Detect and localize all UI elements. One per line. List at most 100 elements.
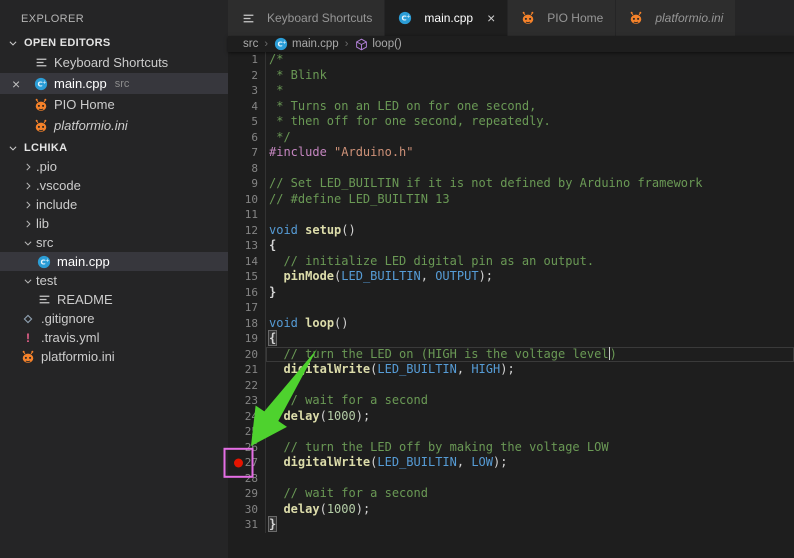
code-line-content[interactable] (265, 207, 794, 223)
code-line-content[interactable]: */ (265, 130, 794, 146)
tree-item-travis-yml[interactable]: !.travis.yml (0, 328, 228, 347)
gutter[interactable]: 11 (228, 207, 265, 223)
gutter[interactable]: 30 (228, 502, 265, 518)
project-header[interactable]: LCHIKA (0, 138, 228, 157)
gutter[interactable]: 18 (228, 316, 265, 332)
code-line-content[interactable]: // turn the LED off by making the voltag… (265, 440, 794, 456)
code-line-content[interactable]: digitalWrite(LED_BUILTIN, HIGH); (265, 362, 794, 378)
gutter[interactable]: 23 (228, 393, 265, 409)
open-editor-item-main-cpp[interactable]: ×C+main.cppsrc (0, 73, 228, 94)
gutter[interactable]: 14 (228, 254, 265, 270)
code-line-content[interactable]: delay(1000); (265, 409, 794, 425)
code-line-content[interactable]: // #define LED_BUILTIN 13 (265, 192, 794, 208)
code-line-content[interactable]: * (265, 83, 794, 99)
code-token: () (341, 223, 355, 237)
code-line-content[interactable]: void setup() (265, 223, 794, 239)
line-number: 18 (245, 317, 258, 330)
open-editor-item-pio-home[interactable]: PIO Home (0, 94, 228, 115)
gutter[interactable]: 17 (228, 300, 265, 316)
code-line-content[interactable]: // wait for a second (265, 393, 794, 409)
breakpoint-dot[interactable] (234, 458, 243, 467)
code-line-content[interactable]: * Blink (265, 68, 794, 84)
gutter[interactable]: 21 (228, 362, 265, 378)
gutter[interactable]: 31 (228, 517, 265, 533)
breadcrumb-item-src[interactable]: src (243, 38, 258, 50)
code-line-content[interactable] (265, 161, 794, 177)
close-icon[interactable]: × (12, 76, 33, 92)
code-line-content[interactable]: delay(1000); (265, 502, 794, 518)
breadcrumb-item-main-cpp[interactable]: C+main.cpp (274, 37, 339, 51)
gutter[interactable]: 7 (228, 145, 265, 161)
tree-item-include[interactable]: include (0, 195, 228, 214)
code-line-content[interactable]: } (265, 285, 794, 301)
code-line-content[interactable] (265, 378, 794, 394)
gutter[interactable]: 15 (228, 269, 265, 285)
chevron-right-icon[interactable] (20, 219, 36, 229)
gutter[interactable]: 25 (228, 424, 265, 440)
code-line-content[interactable]: // initialize LED digital pin as an outp… (265, 254, 794, 270)
open-editor-item-platformio-ini[interactable]: platformio.ini (0, 115, 228, 136)
gutter[interactable]: 2 (228, 68, 265, 84)
gutter[interactable]: 20 (228, 347, 265, 363)
gutter[interactable]: 24 (228, 409, 265, 425)
code-line-content[interactable] (265, 471, 794, 487)
gutter[interactable]: 10 (228, 192, 265, 208)
open-editors-header[interactable]: OPEN EDITORS (0, 33, 228, 52)
gutter[interactable]: 6 (228, 130, 265, 146)
gutter[interactable]: 22 (228, 378, 265, 394)
tree-item-gitignore[interactable]: .gitignore (0, 309, 228, 328)
tree-item-pio[interactable]: .pio (0, 157, 228, 176)
tab-platformio-ini[interactable]: platformio.ini (616, 0, 736, 36)
gutter[interactable]: 19 (228, 331, 265, 347)
tree-item-test[interactable]: test (0, 271, 228, 290)
tab-close-icon[interactable]: × (487, 10, 495, 26)
code-line-content[interactable]: * Turns on an LED on for one second, (265, 99, 794, 115)
gutter[interactable]: 26 (228, 440, 265, 456)
gutter[interactable]: 4 (228, 99, 265, 115)
code-line-content[interactable]: #include "Arduino.h" (265, 145, 794, 161)
gutter[interactable]: 13 (228, 238, 265, 254)
code-line-content[interactable]: pinMode(LED_BUILTIN, OUTPUT); (265, 269, 794, 285)
tree-item-label: main.cpp (57, 254, 110, 269)
gutter[interactable]: 12 (228, 223, 265, 239)
gutter[interactable]: 9 (228, 176, 265, 192)
code-line-content[interactable]: // Set LED_BUILTIN if it is not defined … (265, 176, 794, 192)
gutter[interactable]: 1 (228, 52, 265, 68)
code-line-content[interactable] (265, 424, 794, 440)
tab-main-cpp[interactable]: C+main.cpp× (385, 0, 508, 36)
code-line-content[interactable]: { (265, 331, 794, 347)
gutter[interactable]: 29 (228, 486, 265, 502)
gutter[interactable]: 16 (228, 285, 265, 301)
chevron-right-icon[interactable] (20, 181, 36, 191)
chevron-down-icon[interactable] (20, 238, 36, 248)
tree-item-main-cpp[interactable]: C+main.cpp (0, 252, 228, 271)
gutter[interactable]: 5 (228, 114, 265, 130)
code-line-content[interactable]: // wait for a second (265, 486, 794, 502)
line-number: 10 (245, 193, 258, 206)
chevron-right-icon[interactable] (20, 200, 36, 210)
code-line-content[interactable]: } (265, 517, 794, 533)
tree-item-src[interactable]: src (0, 233, 228, 252)
gutter[interactable]: 28 (228, 471, 265, 487)
code-line-content[interactable]: /* (265, 52, 794, 68)
code-line-content[interactable]: // turn the LED on (HIGH is the voltage … (265, 347, 794, 363)
code-line-content[interactable] (265, 300, 794, 316)
gutter[interactable]: 8 (228, 161, 265, 177)
chevron-right-icon[interactable] (20, 162, 36, 172)
code-line-content[interactable]: * then off for one second, repeatedly. (265, 114, 794, 130)
gutter[interactable]: 27 (228, 455, 265, 471)
tab-keyboard-shortcuts[interactable]: Keyboard Shortcuts (228, 0, 385, 36)
tree-item-platformio-ini[interactable]: platformio.ini (0, 347, 228, 366)
gutter[interactable]: 3 (228, 83, 265, 99)
chevron-down-icon[interactable] (20, 276, 36, 286)
tab-pio-home[interactable]: PIO Home (508, 0, 616, 36)
code-token (269, 455, 283, 469)
breadcrumb-item-loop[interactable]: loop() (354, 37, 401, 51)
tree-item-vscode[interactable]: .vscode (0, 176, 228, 195)
code-line-content[interactable]: void loop() (265, 316, 794, 332)
tree-item-readme[interactable]: README (0, 290, 228, 309)
open-editor-item-keyboard-shortcuts[interactable]: Keyboard Shortcuts (0, 52, 228, 73)
code-line-content[interactable]: digitalWrite(LED_BUILTIN, LOW); (265, 455, 794, 471)
tree-item-lib[interactable]: lib (0, 214, 228, 233)
code-line-content[interactable]: { (265, 238, 794, 254)
